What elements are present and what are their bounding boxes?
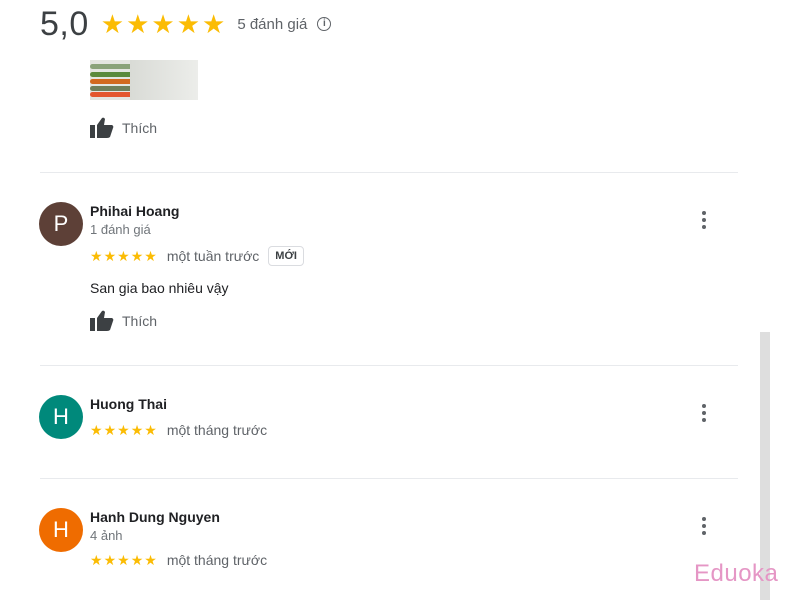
- review-rating-row: ★ ★ ★ ★ ★ một tháng trước: [90, 420, 267, 440]
- star-icon: ★: [130, 248, 144, 264]
- like-button[interactable]: Thích: [90, 310, 157, 332]
- star-icon: ★: [130, 552, 144, 568]
- reviewer-name[interactable]: Hanh Dung Nguyen: [90, 509, 220, 525]
- review-stars: ★ ★ ★ ★ ★: [90, 423, 157, 437]
- thumbs-up-icon: [90, 310, 114, 331]
- average-rating-stars: ★ ★ ★ ★ ★: [101, 11, 226, 37]
- star-icon: ★: [90, 248, 103, 264]
- thumbs-up-icon: [90, 117, 114, 138]
- review-rating-row: ★ ★ ★ ★ ★ một tuần trước MỚI: [90, 246, 304, 266]
- review-photo-thumbnail[interactable]: [90, 60, 198, 100]
- review-count[interactable]: 5 đánh giá: [237, 16, 307, 33]
- reviewer-name[interactable]: Phihai Hoang: [90, 203, 179, 219]
- reviewer-name[interactable]: Huong Thai: [90, 396, 167, 412]
- avatar[interactable]: H: [39, 508, 83, 552]
- review-time: một tháng trước: [166, 552, 268, 568]
- like-label: Thích: [122, 313, 158, 329]
- star-icon: ★: [202, 9, 226, 39]
- star-icon: ★: [176, 9, 201, 39]
- divider: [40, 172, 738, 173]
- star-icon: ★: [144, 552, 157, 568]
- reviewer-photo-count: 4 ảnh: [90, 528, 123, 543]
- review-rating-row: ★ ★ ★ ★ ★ một tháng trước: [90, 550, 267, 570]
- star-icon: ★: [130, 422, 144, 438]
- star-icon: ★: [117, 552, 130, 568]
- star-icon: ★: [103, 248, 117, 264]
- info-icon[interactable]: i: [317, 17, 332, 31]
- rating-summary: 5,0 ★ ★ ★ ★ ★ 5 đánh giá i: [40, 4, 332, 44]
- star-icon: ★: [100, 9, 125, 39]
- review-stars: ★ ★ ★ ★ ★: [90, 553, 157, 567]
- star-icon: ★: [144, 422, 157, 438]
- divider: [40, 478, 738, 479]
- new-badge: MỚI: [268, 246, 304, 266]
- review-time: một tuần trước: [166, 248, 260, 264]
- more-options-button[interactable]: [694, 514, 714, 538]
- star-icon: ★: [90, 552, 103, 568]
- star-icon: ★: [103, 422, 117, 438]
- review-stars: ★ ★ ★ ★ ★: [90, 249, 157, 263]
- star-icon: ★: [103, 552, 117, 568]
- like-label: Thích: [122, 120, 158, 136]
- avatar[interactable]: H: [39, 395, 83, 439]
- more-options-button[interactable]: [694, 401, 714, 425]
- review-text: San gia bao nhiêu vậy: [90, 280, 229, 296]
- divider: [40, 365, 738, 366]
- star-icon: ★: [90, 422, 103, 438]
- reviewer-review-count: 1 đánh giá: [90, 222, 151, 237]
- review-time: một tháng trước: [166, 422, 268, 438]
- average-rating: 5,0: [40, 4, 89, 43]
- star-icon: ★: [144, 248, 157, 264]
- avatar[interactable]: P: [39, 202, 83, 246]
- more-options-button[interactable]: [694, 208, 714, 232]
- star-icon: ★: [126, 9, 150, 39]
- star-icon: ★: [117, 248, 130, 264]
- watermark-logo: Eduoka: [694, 560, 779, 587]
- star-icon: ★: [117, 422, 130, 438]
- like-button[interactable]: Thích: [90, 117, 157, 139]
- star-icon: ★: [151, 9, 175, 39]
